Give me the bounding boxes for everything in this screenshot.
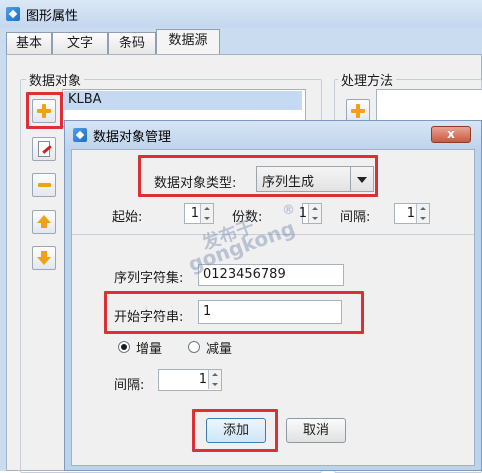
step-stepper[interactable]: 1 xyxy=(158,369,222,391)
interval-stepper[interactable]: 1 xyxy=(394,203,430,224)
plus-icon xyxy=(351,104,365,118)
interval-label: 间隔: xyxy=(340,210,371,225)
copies-stepper[interactable]: 1 xyxy=(298,203,322,224)
interval-stepper-buttons[interactable] xyxy=(416,204,429,223)
spin-up-icon[interactable] xyxy=(204,207,210,210)
data-objects-group-label: 数据对象 xyxy=(26,70,85,89)
start-label: 起始: xyxy=(112,210,143,225)
spin-up-icon[interactable] xyxy=(312,207,318,210)
tab-barcode[interactable]: 条码 xyxy=(108,32,156,54)
close-button[interactable]: x xyxy=(431,126,471,143)
list-item[interactable]: KLBA xyxy=(64,91,302,110)
dialog-title: 数据对象管理 xyxy=(93,130,172,145)
app-icon xyxy=(73,128,87,142)
spin-up-icon[interactable] xyxy=(212,373,218,376)
decrement-radio[interactable] xyxy=(188,341,200,353)
highlight-add-button xyxy=(192,409,278,452)
tab-text[interactable]: 文字 xyxy=(52,32,108,54)
start-stepper[interactable]: 1 xyxy=(184,203,214,224)
charset-label: 序列字符集: xyxy=(114,271,184,286)
highlight-start-string xyxy=(104,291,364,334)
edit-icon xyxy=(38,141,50,157)
move-down-button[interactable] xyxy=(32,246,56,270)
dialog-titlebar: 数据对象管理 x xyxy=(65,121,481,149)
spin-down-icon[interactable] xyxy=(420,217,426,220)
window-titlebar: 图形属性 xyxy=(0,0,482,28)
spin-up-icon[interactable] xyxy=(420,207,426,210)
watermark-registered-mark: ® xyxy=(282,203,295,218)
edit-data-object-button[interactable] xyxy=(32,137,56,161)
copies-stepper-buttons[interactable] xyxy=(308,204,321,223)
highlight-type-row xyxy=(138,155,378,197)
step-label: 间隔: xyxy=(114,378,145,393)
window-title: 图形属性 xyxy=(26,9,79,24)
tab-basic[interactable]: 基本 xyxy=(6,32,52,54)
app-icon xyxy=(6,7,20,21)
increment-label[interactable]: 增量 xyxy=(136,338,162,357)
spin-down-icon[interactable] xyxy=(204,217,210,220)
arrow-down-icon xyxy=(37,257,51,265)
highlight-add-object xyxy=(26,92,63,129)
charset-input[interactable]: 0123456789 xyxy=(198,264,344,286)
list-item-label: KLBA xyxy=(68,92,102,107)
increment-radio[interactable] xyxy=(118,341,130,353)
dialog-body: 数据对象类型: 序列生成 起始: 1 份数: 1 间隔: 1 序列字符集: 01… xyxy=(71,149,475,466)
move-up-button[interactable] xyxy=(32,210,56,234)
delete-data-object-button[interactable] xyxy=(32,173,56,197)
interval-value: 1 xyxy=(406,206,415,221)
cancel-button[interactable]: 取消 xyxy=(286,418,346,443)
tab-strip: 基本 文字 条码 数据源 xyxy=(6,28,478,55)
processing-group-label: 处理方法 xyxy=(338,70,397,89)
step-stepper-buttons[interactable] xyxy=(208,370,221,389)
spin-down-icon[interactable] xyxy=(212,383,218,386)
tab-datasource[interactable]: 数据源 xyxy=(156,29,220,55)
data-object-manager-dialog: 数据对象管理 x 数据对象类型: 序列生成 起始: 1 份数: 1 间隔: 1 xyxy=(64,120,482,471)
copies-value: 1 xyxy=(298,206,307,221)
close-icon: x xyxy=(447,127,455,141)
start-stepper-buttons[interactable] xyxy=(200,204,213,223)
minus-icon xyxy=(38,183,51,187)
arrow-up-stem xyxy=(41,222,47,228)
step-value: 1 xyxy=(198,372,207,387)
spin-down-icon[interactable] xyxy=(312,217,318,220)
decrement-label[interactable]: 减量 xyxy=(206,338,232,357)
start-value: 1 xyxy=(190,206,199,221)
